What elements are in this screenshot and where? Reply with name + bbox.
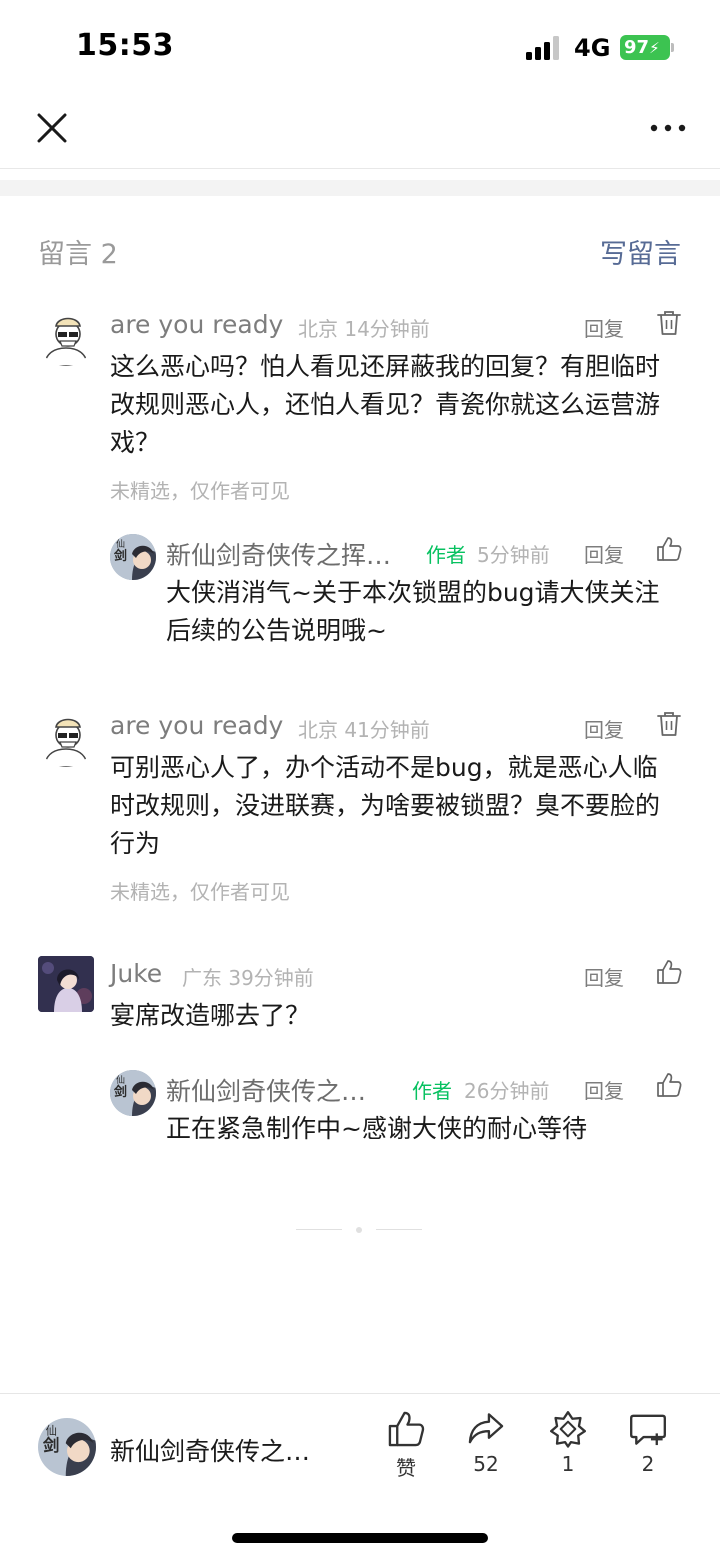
cartoon-avatar-icon [43, 317, 89, 366]
comment-location: 北京 [298, 718, 338, 742]
battery-indicator: 97⚡ [620, 35, 670, 60]
comment-time: 14分钟前 [344, 317, 430, 341]
like-button[interactable]: 赞 [376, 1410, 436, 1481]
end-divider-right [376, 1229, 422, 1230]
comment-location: 广东 [182, 966, 222, 990]
reply-button[interactable]: 回复 [584, 714, 624, 743]
reply-time: 5分钟前 [477, 543, 550, 567]
svg-text:剑: 剑 [113, 1084, 127, 1100]
comment-button[interactable]: 2 [618, 1410, 678, 1476]
more-icon[interactable] [648, 116, 688, 140]
end-divider-dot [356, 1227, 362, 1233]
comment-meta: 北京 14分钟前 [298, 313, 430, 342]
share-icon [468, 1413, 504, 1444]
comment-count: 2 [641, 1452, 655, 1476]
comment-icon [630, 1414, 666, 1446]
account-avatar[interactable]: 剑 仙 [38, 1418, 96, 1476]
svg-text:仙: 仙 [46, 1423, 57, 1437]
author-avatar[interactable]: 剑 仙 [110, 1070, 156, 1116]
comment-time: 41分钟前 [344, 718, 430, 742]
reply-text: 正在紧急制作中~感谢大侠的耐心等待 [166, 1114, 587, 1143]
battery-tip [671, 43, 674, 52]
thumb-up-icon[interactable] [656, 536, 682, 562]
signal-icon [526, 36, 559, 60]
comment-text: 可别恶心人了，办个活动不是bug，就是恶心人临时改规则，没进联赛，为啥要被锁盟？… [110, 753, 661, 858]
write-comment-link[interactable]: 写留言 [600, 232, 681, 271]
svg-text:仙: 仙 [116, 538, 125, 550]
comment-meta: 北京 41分钟前 [298, 714, 430, 743]
account-name[interactable]: 新仙剑奇侠传之… [110, 1432, 310, 1468]
commenter-name[interactable]: are you ready [110, 310, 283, 339]
share-count: 52 [473, 1452, 499, 1476]
nav-divider [0, 168, 720, 169]
thumb-up-icon[interactable] [656, 959, 682, 985]
share-button[interactable]: 52 [456, 1410, 516, 1476]
author-avatar[interactable]: 剑 仙 [110, 534, 156, 580]
recommend-count: 1 [561, 1452, 575, 1476]
comment-location: 北京 [298, 317, 338, 341]
cartoon-avatar-icon [43, 718, 89, 767]
comment-visibility-note: 未精选，仅作者可见 [110, 880, 290, 904]
game-logo-avatar-icon: 剑 仙 [110, 534, 156, 580]
avatar[interactable] [38, 711, 94, 767]
reply-time: 26分钟前 [464, 1079, 550, 1103]
game-logo-avatar-icon: 剑 仙 [38, 1418, 96, 1476]
author-badge: 作者 [426, 543, 466, 567]
portrait-avatar-icon [38, 956, 94, 1012]
section-separator [0, 180, 720, 196]
recommend-icon [550, 1411, 586, 1448]
reply-button[interactable]: 回复 [584, 539, 624, 568]
recommend-button[interactable]: 1 [538, 1410, 598, 1476]
author-badge: 作者 [412, 1079, 452, 1103]
trash-icon[interactable] [656, 711, 682, 737]
reply-button[interactable]: 回复 [584, 313, 624, 342]
game-logo-avatar-icon: 剑 仙 [110, 1070, 156, 1116]
reply-button[interactable]: 回复 [584, 962, 624, 991]
reply-author-name[interactable]: 新仙剑奇侠传之… [166, 1072, 366, 1108]
reply-author-name[interactable]: 新仙剑奇侠传之挥… [166, 536, 391, 572]
comment-time: 39分钟前 [228, 966, 314, 990]
svg-text:仙: 仙 [116, 1074, 125, 1086]
end-divider-left [296, 1229, 342, 1230]
comment-text: 这么恶心吗？怕人看见还屏蔽我的回复？有胆临时改规则恶心人，还怕人看见？青瓷你就这… [110, 352, 661, 457]
home-indicator[interactable] [232, 1533, 488, 1543]
reply-text: 大侠消消气~关于本次锁盟的bug请大侠关注后续的公告说明哦~ [166, 578, 660, 645]
thumb-up-icon[interactable] [656, 1072, 682, 1098]
commenter-name[interactable]: Juke [110, 959, 162, 988]
trash-icon[interactable] [656, 310, 682, 336]
svg-text:剑: 剑 [42, 1436, 59, 1455]
status-time: 15:53 [76, 28, 174, 63]
comment-meta: 广东 39分钟前 [182, 962, 314, 991]
network-type: 4G [574, 34, 611, 62]
battery-level: 97 [624, 37, 650, 58]
comment-visibility-note: 未精选，仅作者可见 [110, 479, 290, 503]
commenter-name[interactable]: are you ready [110, 711, 283, 740]
comments-count-title: 留言 2 [38, 239, 118, 270]
svg-text:剑: 剑 [113, 548, 127, 564]
bottom-bar-divider [0, 1393, 720, 1394]
reply-button[interactable]: 回复 [584, 1075, 624, 1104]
avatar[interactable] [38, 310, 94, 366]
avatar[interactable] [38, 956, 94, 1012]
thumb-up-icon [388, 1411, 425, 1447]
like-label: 赞 [396, 1456, 416, 1480]
close-icon[interactable] [34, 110, 70, 146]
comment-text: 宴席改造哪去了？ [110, 1001, 311, 1030]
